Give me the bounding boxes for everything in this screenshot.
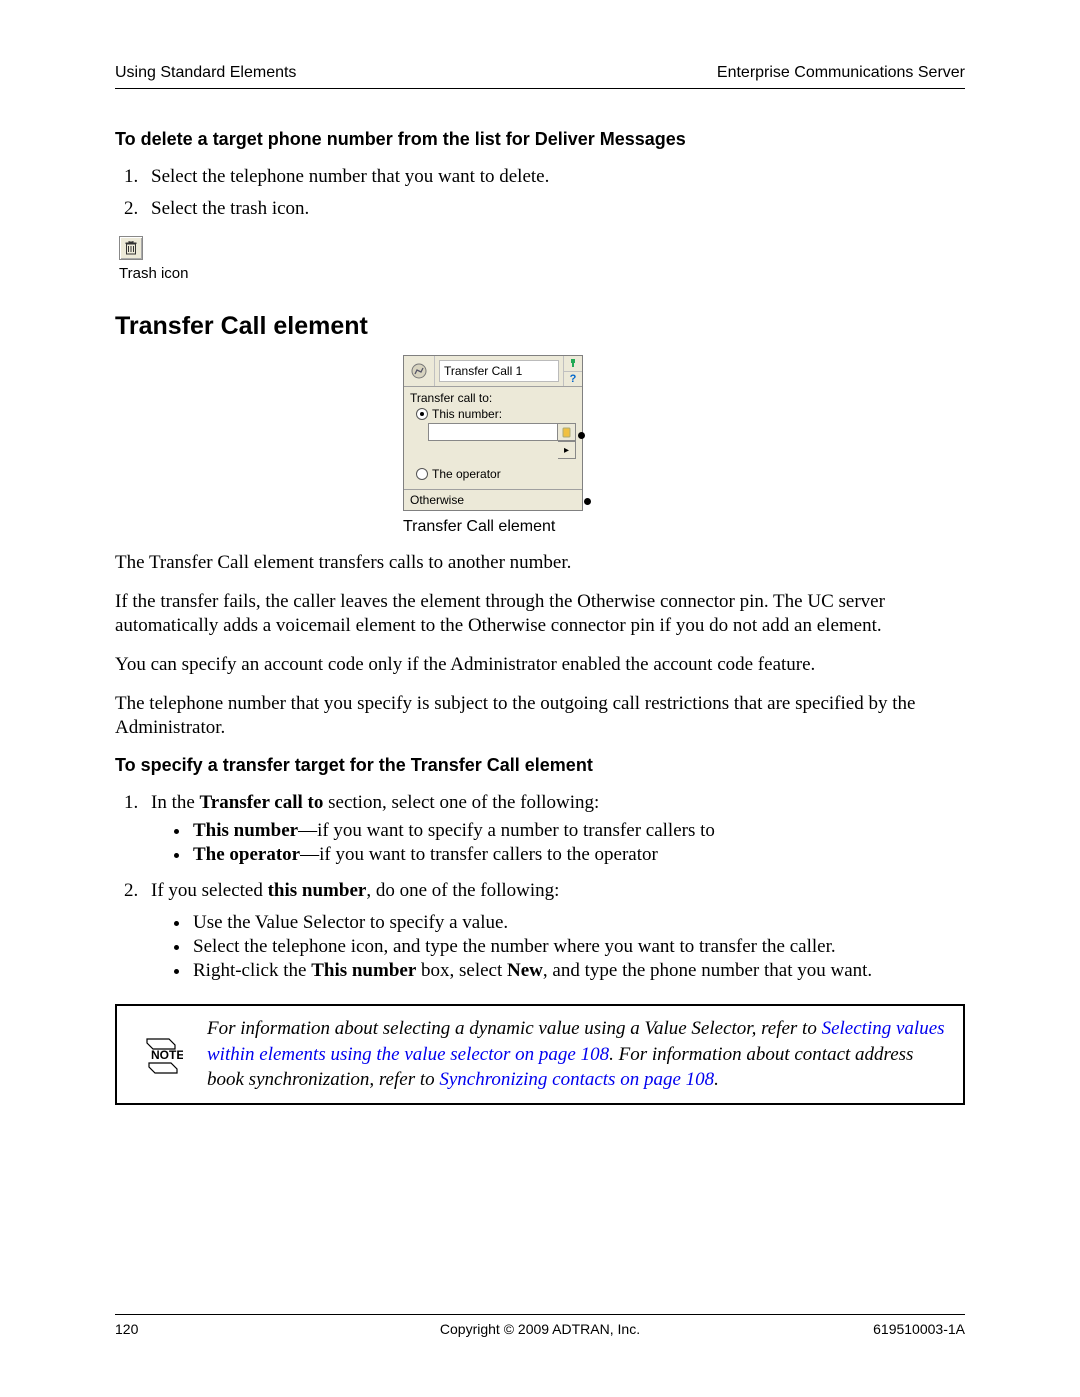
transfer-call-icon [404, 356, 435, 386]
trash-icon-button [119, 236, 143, 260]
step1-bullets: This number—if you want to specify a num… [151, 820, 965, 866]
trash-caption: Trash icon [119, 265, 965, 282]
list-item: Select the telephone icon, and type the … [191, 936, 965, 958]
radio-icon [416, 408, 428, 420]
list-item: The operator—if you want to transfer cal… [191, 844, 965, 866]
note-text: For information about selecting a dynami… [207, 1016, 945, 1093]
value-selector-icon: ▸ [558, 441, 576, 459]
delete-step-2: Select the trash icon. [143, 198, 965, 220]
text: In the [151, 792, 200, 813]
text: , and type the phone number that you wan… [543, 960, 872, 981]
connector-pin [584, 498, 591, 505]
trash-icon [125, 241, 137, 255]
delete-steps-list: Select the telephone number that you wan… [115, 166, 965, 220]
page-footer: 120 Copyright © 2009 ADTRAN, Inc. 619510… [115, 1314, 965, 1337]
note-link-2[interactable]: Synchronizing contacts on page 108 [439, 1069, 714, 1090]
transfer-call-element-figure: Transfer Call 1 ? Transfer call to: This… [403, 355, 583, 537]
footer-copyright: Copyright © 2009 ADTRAN, Inc. [115, 1321, 965, 1337]
list-item: This number—if you want to specify a num… [191, 820, 965, 842]
text: If you selected [151, 880, 268, 901]
text: , do one of the following: [366, 880, 559, 901]
subheading-delete-target: To delete a target phone number from the… [115, 129, 965, 150]
svg-text:NOTE: NOTE [151, 1048, 183, 1062]
text-bold: This number [311, 960, 416, 981]
step2-bullets: Use the Value Selector to specify a valu… [151, 912, 965, 982]
text: box, select [416, 960, 507, 981]
text-bold: New [507, 960, 543, 981]
page-content: Using Standard Elements Enterprise Commu… [115, 64, 965, 1337]
specify-steps-list: In the Transfer call to section, select … [115, 792, 965, 982]
list-item: Right-click the This number box, select … [191, 960, 965, 982]
text-bold: The operator [193, 844, 300, 865]
note-box: NOTE For information about selecting a d… [115, 1004, 965, 1105]
para-transfer-4: The telephone number that you specify is… [115, 692, 965, 741]
element-pin-icon [564, 356, 582, 372]
element-title-field: Transfer Call 1 [439, 360, 559, 382]
radio-this-number: This number: [416, 407, 576, 421]
otherwise-label: Otherwise [410, 493, 464, 507]
para-transfer-3: You can specify an account code only if … [115, 653, 965, 678]
header-left: Using Standard Elements [115, 64, 296, 82]
element-caption: Transfer Call element [403, 517, 583, 537]
text: . [714, 1069, 719, 1090]
radio-operator: The operator [416, 467, 576, 481]
specify-step-2: If you selected this number, do one of t… [143, 880, 965, 982]
list-item: Use the Value Selector to specify a valu… [191, 912, 965, 934]
text: —if you want to specify a number to tran… [298, 820, 715, 841]
text-bold: Transfer call to [200, 792, 324, 813]
connector-pin [578, 432, 585, 439]
radio-operator-label: The operator [432, 467, 501, 481]
element-help-icon: ? [564, 372, 582, 387]
delete-step-1: Select the telephone number that you wan… [143, 166, 965, 188]
para-transfer-2: If the transfer fails, the caller leaves… [115, 590, 965, 639]
text: section, select one of the following: [323, 792, 599, 813]
page-header: Using Standard Elements Enterprise Commu… [115, 64, 965, 88]
heading-transfer-call-element: Transfer Call element [115, 312, 965, 341]
transfer-call-element-box: Transfer Call 1 ? Transfer call to: This… [403, 355, 583, 511]
radio-icon [416, 468, 428, 480]
header-rule [115, 88, 965, 89]
transfer-call-to-label: Transfer call to: [410, 391, 576, 405]
header-right: Enterprise Communications Server [717, 64, 965, 82]
text: Right-click the [193, 960, 311, 981]
specify-step-1: In the Transfer call to section, select … [143, 792, 965, 866]
radio-this-number-label: This number: [432, 407, 502, 421]
phone-icon [558, 423, 576, 441]
text-bold: this number [268, 880, 367, 901]
subheading-specify-target: To specify a transfer target for the Tra… [115, 755, 965, 776]
text-bold: This number [193, 820, 298, 841]
text: For information about selecting a dynami… [207, 1018, 822, 1039]
text: —if you want to transfer callers to the … [300, 844, 658, 865]
this-number-input [428, 423, 558, 441]
para-transfer-1: The Transfer Call element transfers call… [115, 551, 965, 576]
note-icon: NOTE [139, 1035, 183, 1075]
otherwise-section: Otherwise [404, 489, 582, 510]
